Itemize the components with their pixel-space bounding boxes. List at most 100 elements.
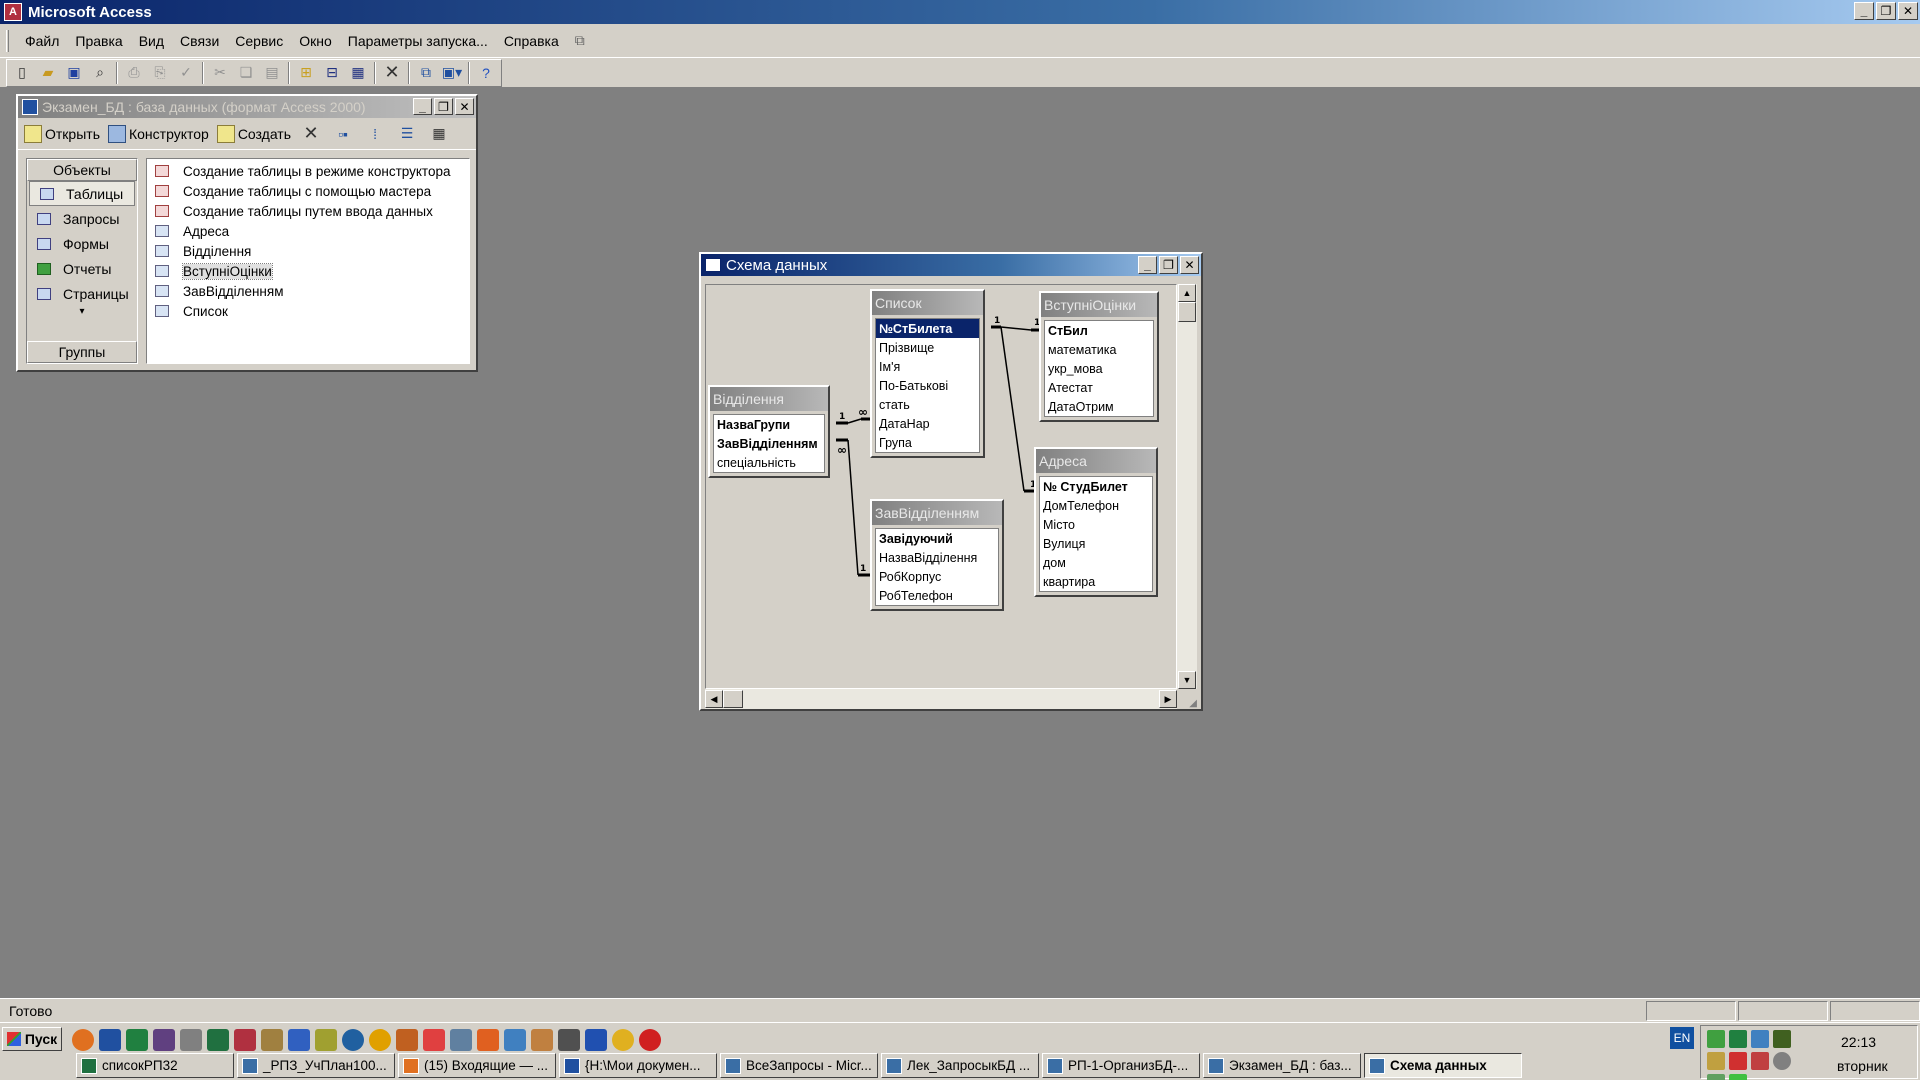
field[interactable]: стать [876, 395, 979, 414]
menu-grip[interactable] [6, 29, 9, 52]
field[interactable]: Вулиця [1040, 534, 1152, 553]
table-viddilennya[interactable]: Відділення НазваГрупи ЗавВідділенням спе… [708, 385, 830, 478]
list-item[interactable]: Адреса [147, 221, 469, 241]
field-primary-key[interactable]: Завідуючий [876, 529, 998, 548]
table-zav-viddilennyam[interactable]: ЗавВідділенням Завідуючий НазваВідділенн… [870, 499, 1004, 611]
scroll-down-button[interactable]: ▼ [1178, 671, 1196, 689]
scroll-up-button[interactable]: ▲ [1178, 284, 1196, 302]
paste-icon[interactable]: ▤ [260, 61, 284, 85]
object-pages[interactable]: Страницы [27, 281, 137, 306]
object-tables[interactable]: Таблицы [29, 181, 135, 206]
field[interactable]: РобКорпус [876, 567, 998, 586]
vertical-scroll-thumb[interactable] [1178, 302, 1196, 322]
task-button[interactable]: Лек_ЗапросыкБД ... [881, 1053, 1039, 1078]
office-icon[interactable] [477, 1029, 499, 1051]
field[interactable]: Атестат [1045, 378, 1153, 397]
firefox-icon[interactable] [72, 1029, 94, 1051]
large-icons-icon[interactable]: ▫▪ [332, 122, 354, 146]
table-header[interactable]: Відділення [710, 387, 828, 411]
project-icon[interactable] [1729, 1030, 1747, 1048]
field-primary-key[interactable]: № СтудБилет [1040, 477, 1152, 496]
menu-view[interactable]: Вид [131, 33, 172, 49]
chat-icon[interactable] [1707, 1052, 1725, 1070]
objects-header[interactable]: Объекты [27, 159, 137, 181]
menu-startup[interactable]: Параметры запуска... [340, 33, 496, 49]
field[interactable]: РобТелефон [876, 586, 998, 605]
database-window-icon[interactable]: ⧉ [414, 61, 438, 85]
object-forms[interactable]: Формы [27, 231, 137, 256]
small-icons-icon[interactable]: ⁞ [364, 122, 386, 146]
field-primary-key[interactable]: ЗавВідділенням [714, 434, 824, 453]
more-objects-chevron-icon[interactable]: ▾ [27, 306, 137, 322]
task-button[interactable]: РП-1-ОрганизБД-... [1042, 1053, 1200, 1078]
show-table-icon[interactable]: ⊞ [294, 61, 318, 85]
db-minimize-button[interactable]: _ [413, 98, 432, 115]
antivirus-icon[interactable] [1773, 1030, 1791, 1048]
save-icon[interactable]: ▣ [62, 61, 86, 85]
print-preview-icon[interactable]: ⎘ [148, 61, 172, 85]
copy-icon[interactable]: ❏ [234, 61, 258, 85]
object-queries[interactable]: Запросы [27, 206, 137, 231]
field-primary-key[interactable]: №СтБилета [876, 319, 979, 338]
field[interactable]: спеціальність [714, 453, 824, 472]
field[interactable]: математика [1045, 340, 1153, 359]
network-icon[interactable] [1707, 1030, 1725, 1048]
list-item[interactable]: Создание таблицы путем ввода данных [147, 201, 469, 221]
menu-file[interactable]: Файл [17, 33, 67, 49]
file-search-icon[interactable]: ⌕ [88, 61, 112, 85]
list-item[interactable]: Список [147, 301, 469, 321]
field[interactable]: дом [1040, 553, 1152, 572]
calculator-icon[interactable] [450, 1029, 472, 1051]
language-indicator[interactable]: EN [1670, 1027, 1694, 1049]
field[interactable]: укр_мова [1045, 359, 1153, 378]
table-spisok[interactable]: Список №СтБилета Прізвище Ім'я По-Батько… [870, 289, 985, 458]
opera-icon[interactable] [639, 1029, 661, 1051]
field[interactable]: Прізвище [876, 338, 979, 357]
field[interactable]: Ім'я [876, 357, 979, 376]
desktop-icon[interactable] [99, 1029, 121, 1051]
print-icon[interactable]: ⎙ [122, 61, 146, 85]
gear-icon[interactable] [315, 1029, 337, 1051]
tools-icon[interactable] [180, 1029, 202, 1051]
object-reports[interactable]: Отчеты [27, 256, 137, 281]
new-object-icon[interactable]: ▣▾ [440, 61, 464, 85]
open-button[interactable]: Открыть [24, 124, 100, 143]
close-button[interactable]: ✕ [1898, 2, 1918, 20]
access-icon[interactable] [234, 1029, 256, 1051]
database-window-title-bar[interactable]: Экзамен_БД : база данных (формат Access … [18, 96, 476, 118]
table-header[interactable]: ЗавВідділенням [872, 501, 1002, 525]
clock-time[interactable]: 22:13 [1841, 1034, 1876, 1050]
scroll-left-button[interactable]: ◀ [705, 690, 723, 708]
schema-maximize-button[interactable]: ❐ [1159, 256, 1178, 274]
list-item[interactable]: ВступніОцінки [147, 261, 469, 281]
schema-close-button[interactable]: ✕ [1180, 256, 1199, 274]
monitor-icon[interactable] [1751, 1030, 1769, 1048]
horizontal-scroll-thumb[interactable] [723, 690, 743, 708]
list-item[interactable]: Відділення [147, 241, 469, 261]
paint-icon[interactable] [423, 1029, 445, 1051]
task-button[interactable]: _РПЗ_УчПлан100... [237, 1053, 395, 1078]
groups-button[interactable]: Группы [27, 341, 137, 363]
schema-minimize-button[interactable]: _ [1138, 256, 1157, 274]
users-icon[interactable] [531, 1029, 553, 1051]
resize-grip-icon[interactable]: ◢ [1177, 689, 1197, 709]
table-adresy[interactable]: Адреса № СтудБилет ДомТелефон Місто Вули… [1034, 447, 1158, 597]
open-icon[interactable]: ▰ [36, 61, 60, 85]
table-header[interactable]: Список [872, 291, 983, 315]
task-button[interactable]: списокРП32 [76, 1053, 234, 1078]
clock-icon[interactable] [1773, 1052, 1791, 1070]
table-vstupni-otsinky[interactable]: ВступніОцінки СтБил математика укр_мова … [1039, 291, 1159, 422]
list-view-icon[interactable]: ☰ [396, 122, 418, 146]
vertical-scrollbar[interactable]: ▲ ▼ [1177, 284, 1197, 689]
details-view-icon[interactable]: ▦ [428, 122, 450, 146]
media-player-icon[interactable] [342, 1029, 364, 1051]
delete-object-icon[interactable]: ✕ [300, 122, 322, 146]
horizontal-scrollbar[interactable]: ◀ ▶ [705, 689, 1177, 709]
create-button[interactable]: Создать [216, 124, 291, 143]
task-button-active[interactable]: Схема данных [1364, 1053, 1522, 1078]
disc-icon[interactable] [369, 1029, 391, 1051]
cut-icon[interactable]: ✂ [208, 61, 232, 85]
list-item[interactable]: ЗавВідділенням [147, 281, 469, 301]
field[interactable]: ДатаНар [876, 414, 979, 433]
floppy-icon[interactable] [288, 1029, 310, 1051]
